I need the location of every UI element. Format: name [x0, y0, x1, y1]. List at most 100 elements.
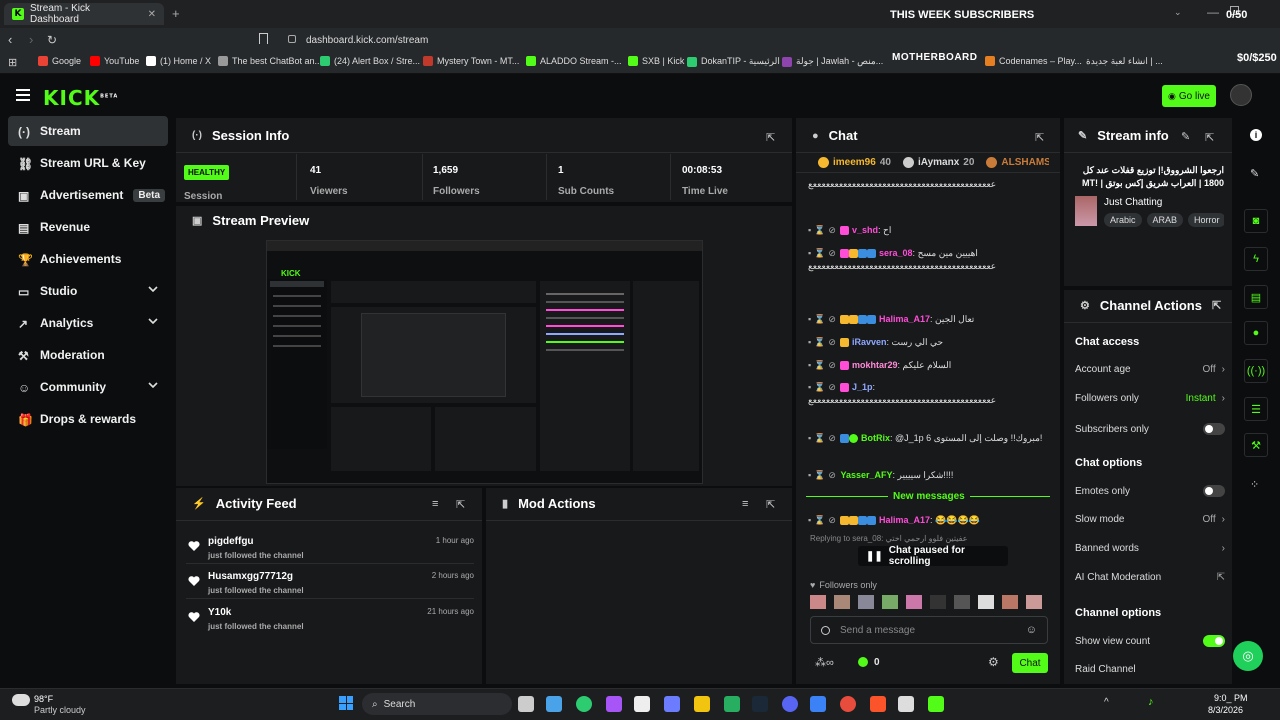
new-tab-icon[interactable]: + [172, 6, 180, 21]
avatar[interactable] [1026, 595, 1042, 609]
task-view-icon[interactable] [518, 696, 534, 712]
trash-icon[interactable]: ▪ [808, 247, 811, 260]
reload-icon[interactable]: ↻ [47, 33, 57, 47]
clock-date[interactable]: 8/3/2026 [1208, 705, 1243, 715]
app-icon[interactable] [664, 696, 680, 712]
clock-time[interactable]: 9:0_ PM [1214, 693, 1248, 703]
emotes-only-toggle[interactable] [1203, 485, 1225, 497]
chat-message[interactable]: ▪ ⌛ ⊘ mokhtar29: السلام عليكم [808, 359, 1054, 372]
bookmark-aladdo[interactable]: ALADDO Stream -... [526, 56, 622, 66]
kick-logo[interactable]: KICKBETA [43, 86, 118, 110]
microphone-icon[interactable]: ♪ [1148, 696, 1154, 708]
popout-icon[interactable]: ⇱ [456, 498, 465, 511]
bookmark-chatbot[interactable]: The best ChatBot an... [218, 56, 322, 66]
sidebar-item-drops[interactable]: 🎁 Drops & rewards [8, 404, 168, 434]
weather-desc[interactable]: Partly cloudy [34, 705, 86, 715]
tab-close-icon[interactable]: ✕ [148, 9, 156, 20]
brave-icon[interactable] [870, 696, 886, 712]
bookmark-alertbox[interactable]: (24) Alert Box / Stre... [320, 56, 420, 66]
timeout-icon[interactable]: ⌛ [814, 432, 825, 445]
sidebar-item-community[interactable]: ☺ Community [8, 372, 168, 402]
browser-tab[interactable]: K Stream - Kick Dashboard ✕ [4, 3, 164, 25]
sidebar-item-moderation[interactable]: ⚒ Moderation [8, 340, 168, 370]
tag-chip[interactable]: Arabic [1104, 213, 1142, 227]
trash-icon[interactable]: ▪ [808, 381, 811, 394]
chat-message[interactable]: ▪ ⌛ ⊘ v_shd: اح [808, 224, 1054, 237]
option-followers-only[interactable]: Followers only Instant › [1075, 393, 1225, 404]
pencil-icon[interactable]: ✎ [1250, 167, 1259, 180]
avatar[interactable] [954, 595, 970, 609]
avatar[interactable] [810, 595, 826, 609]
chat-message[interactable]: ▪ ⌛ ⊘ J_1p: عععععععععععععععععععععععععععععع… [808, 381, 1054, 422]
ban-icon[interactable]: ⊘ [828, 514, 836, 527]
avatar[interactable] [1230, 84, 1252, 106]
wrench-icon[interactable]: ⚒ [1244, 433, 1268, 457]
chat-message[interactable]: ▪ ⌛ ⊘ Halima_A17: 😂😂😂😂 [808, 514, 1054, 527]
option-show-view-count[interactable]: Show view count [1075, 635, 1225, 647]
chat-username[interactable]: mokhtar29 [852, 360, 898, 370]
nodes-icon[interactable]: ⁘ [1250, 478, 1259, 491]
popout-icon[interactable]: ⇱ [766, 498, 775, 511]
category-name[interactable]: Just Chatting [1104, 197, 1162, 208]
tag-chip[interactable]: Horror [1188, 213, 1224, 227]
emoji-icon[interactable]: ☺ [1026, 624, 1037, 636]
chat-message[interactable]: ▪ ⌛ ⊘ sera_08: اهييين مين مسح عععععععععععع… [808, 247, 1054, 288]
avatar[interactable] [930, 595, 946, 609]
avatar[interactable] [858, 595, 874, 609]
timeout-icon[interactable]: ⌛ [814, 313, 825, 326]
trash-icon[interactable]: ▪ [808, 432, 811, 445]
stream-preview-video[interactable]: KICK [266, 240, 703, 484]
camera-icon[interactable]: ◙ [1244, 209, 1268, 233]
app-icon[interactable] [810, 696, 826, 712]
document-icon[interactable]: ▤ [1244, 285, 1268, 309]
chat-input[interactable]: Send a message ☺ [810, 616, 1048, 644]
follower-name[interactable]: Husamxgg77712g [208, 571, 293, 582]
avatar[interactable] [834, 595, 850, 609]
timeout-icon[interactable]: ⌛ [814, 247, 825, 260]
timeout-icon[interactable]: ⌛ [814, 381, 825, 394]
chat-username[interactable]: J_1p [852, 382, 873, 392]
chat-message[interactable]: ▪ ⌛ ⊘ Yasser_AFY: شكرا سيييير!!!! [808, 469, 1054, 482]
chat-username[interactable]: BotRix [861, 433, 890, 443]
chevron-up-icon[interactable]: ^ [1104, 697, 1109, 708]
trash-icon[interactable]: ▪ [808, 313, 811, 326]
chat-bubble-icon[interactable]: ● [1244, 321, 1268, 345]
option-ai-moderation[interactable]: AI Chat Moderation ⇱ [1075, 572, 1225, 583]
forward-icon[interactable]: › [29, 32, 33, 47]
url-input[interactable]: dashboard.kick.com/stream [280, 31, 880, 49]
back-icon[interactable]: ‹ [8, 32, 12, 47]
sidebar-item-advertisement[interactable]: ▣ Advertisement Beta [8, 180, 168, 210]
follower-name[interactable]: Y10k [208, 607, 231, 618]
chat-username[interactable]: Halima_A17 [879, 314, 930, 324]
send-chat-button[interactable]: Chat [1012, 653, 1048, 673]
timeout-icon[interactable]: ⌛ [814, 514, 825, 527]
option-raid-channel[interactable]: Raid Channel [1075, 664, 1225, 675]
show-view-count-toggle[interactable] [1203, 635, 1225, 647]
chat-username[interactable]: iRavven [852, 337, 887, 347]
ban-icon[interactable]: ⊘ [828, 313, 836, 326]
option-slow-mode[interactable]: Slow mode Off › [1075, 514, 1225, 525]
chat-message[interactable]: ▪ ⌛ ⊘ iRavven: حي الي رست [808, 336, 1054, 349]
minimize-icon[interactable]: — [1207, 5, 1219, 19]
list-icon[interactable]: ☰ [1244, 397, 1268, 421]
chat-message[interactable]: ▪ ⌛ ⊘ BotRix: @J_1p مبروك!! وصلت إلى المست… [808, 432, 1054, 445]
site-info-icon[interactable] [288, 35, 296, 43]
sidebar-item-stream-url[interactable]: ⛓ Stream URL & Key [8, 148, 168, 178]
gifter-name[interactable]: imeem96 [833, 157, 876, 168]
option-banned-words[interactable]: Banned words › [1075, 543, 1225, 554]
ban-icon[interactable]: ⊘ [828, 359, 836, 372]
file-explorer-icon[interactable] [694, 696, 710, 712]
chrome-icon[interactable] [840, 696, 856, 712]
edit-icon[interactable]: ✎ [1181, 130, 1190, 143]
gifter-name[interactable]: iAymanx [918, 157, 959, 168]
timeout-icon[interactable]: ⌛ [814, 336, 825, 349]
support-icon[interactable]: ◎ [1233, 641, 1263, 671]
popout-icon[interactable]: ⇱ [766, 131, 775, 144]
avatar[interactable] [882, 595, 898, 609]
trash-icon[interactable]: ▪ [808, 336, 811, 349]
bookmark-new-game[interactable]: انشاء لعبة جديدة | ... [1086, 56, 1163, 67]
gear-icon[interactable]: ⚙ [988, 655, 999, 669]
ban-icon[interactable]: ⊘ [828, 247, 836, 260]
follower-name[interactable]: pigdeffgu [208, 536, 254, 547]
timeout-icon[interactable]: ⌛ [814, 469, 825, 482]
